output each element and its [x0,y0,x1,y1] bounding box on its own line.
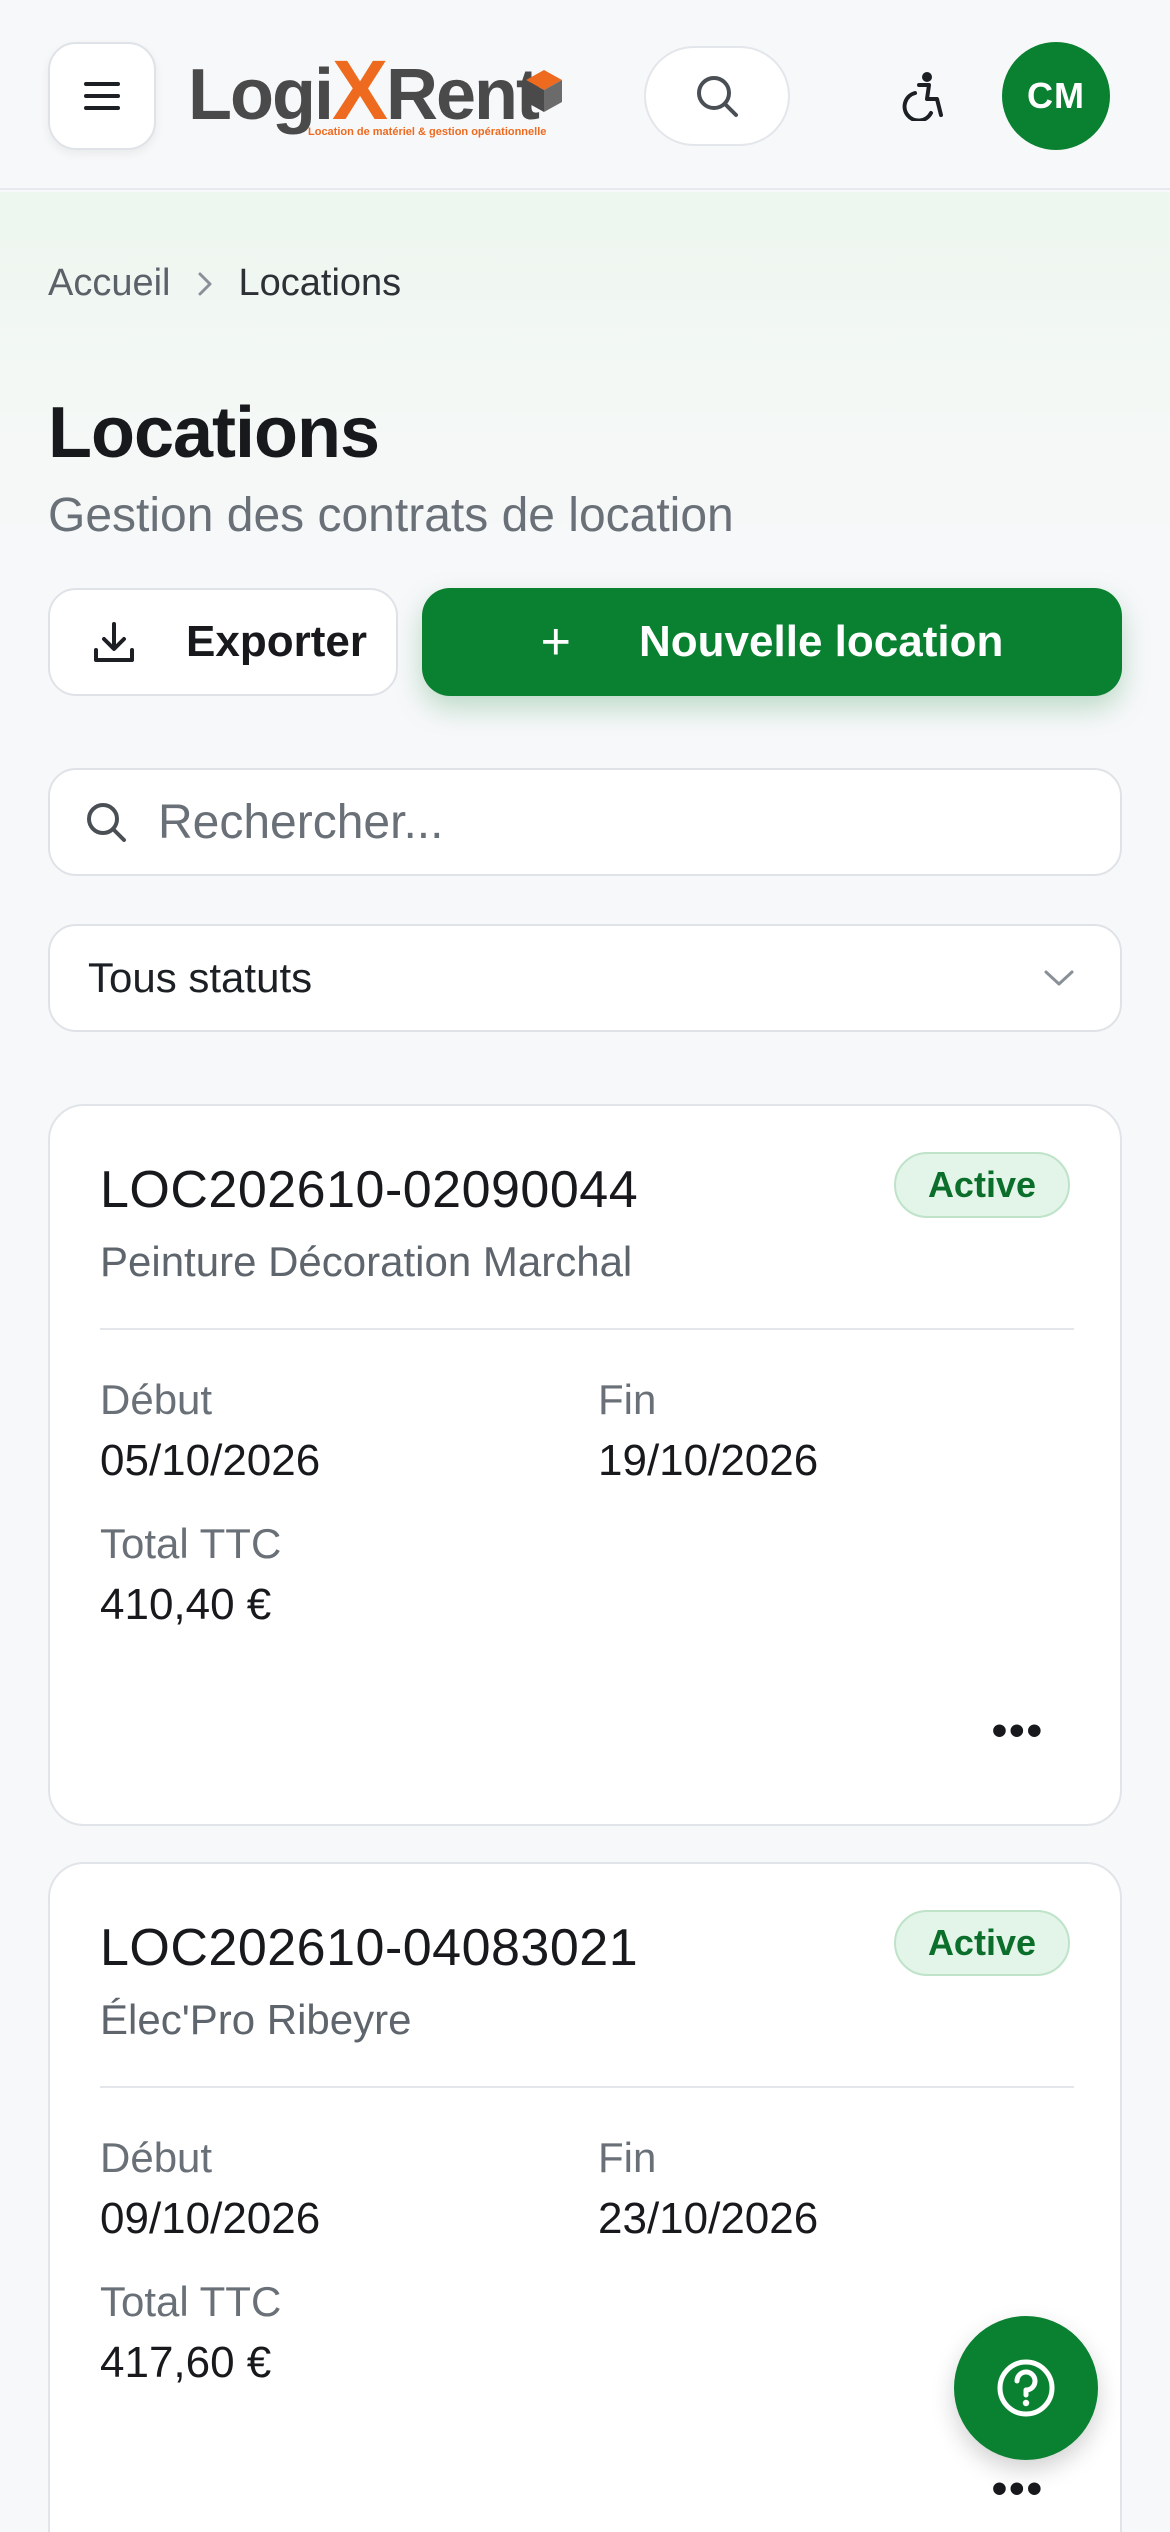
total-value: 417,60 € [100,2338,272,2387]
start-label: Début [100,1376,213,1423]
cube-icon [526,70,562,112]
rental-client: Peinture Décoration Marchal [100,1238,633,1285]
search-input[interactable] [158,794,1038,850]
search-icon [87,803,126,842]
total-label: Total TTC [100,1520,282,1567]
help-button[interactable] [954,2316,1098,2460]
logo-tagline: Location de matériel & gestion opération… [308,126,547,138]
export-button[interactable]: Exporter [48,588,398,696]
menu-button[interactable] [48,42,156,150]
breadcrumb-home[interactable]: Accueil [48,262,171,305]
status-filter-value: Tous statuts [88,954,313,1001]
rental-reference: LOC202610-04083021 [100,1919,639,1977]
start-date: 05/10/2026 [100,1436,321,1485]
start-label: Début [100,2134,213,2181]
more-options-icon[interactable]: ••• [992,1706,1044,1756]
plus-icon: + [540,613,572,671]
logo-wordmark: LogiXRent [188,43,540,137]
app-header: LogiXRent Location de matériel & gestion… [0,0,1170,190]
total-value: 410,40 € [100,1580,272,1629]
status-badge: Active [893,1152,1070,1218]
chevron-down-icon [1044,970,1074,986]
help-icon [997,2359,1055,2417]
more-options-icon[interactable]: ••• [992,2464,1044,2514]
export-label: Exporter [186,617,367,666]
search-icon [697,76,738,117]
breadcrumb: Accueil Locations [48,262,401,305]
card-divider [100,1328,1074,1330]
total-label: Total TTC [100,2278,282,2325]
chevron-right-icon [195,270,215,298]
logo[interactable]: LogiXRent Location de matériel & gestion… [188,43,568,142]
status-badge: Active [893,1910,1070,1976]
new-rental-button[interactable]: + Nouvelle location [422,588,1122,696]
end-date: 19/10/2026 [598,1436,819,1485]
end-label: Fin [598,2134,657,2181]
card-divider [100,2086,1074,2088]
menu-icon [84,82,120,110]
rental-card[interactable]: LOC202610-04083021 Élec'Pro Ribeyre Acti… [48,1862,1122,2532]
rental-client: Élec'Pro Ribeyre [100,1996,412,2043]
avatar[interactable]: CM [1002,42,1110,150]
status-filter-select[interactable]: Tous statuts [48,924,1122,1032]
new-rental-label: Nouvelle location [639,617,1004,666]
rental-reference: LOC202610-02090044 [100,1161,639,1219]
breadcrumb-current: Locations [238,262,402,304]
rental-card[interactable]: LOC202610-02090044 Peinture Décoration M… [48,1104,1122,1826]
search-field[interactable] [48,768,1122,876]
end-date: 23/10/2026 [598,2194,819,2243]
accessibility-icon[interactable] [892,66,952,126]
end-label: Fin [598,1376,657,1423]
start-date: 09/10/2026 [100,2194,321,2243]
header-search-button[interactable] [644,46,790,146]
download-icon [94,622,134,662]
page-subtitle: Gestion des contrats de location [48,489,734,542]
page-title: Locations [48,393,380,473]
